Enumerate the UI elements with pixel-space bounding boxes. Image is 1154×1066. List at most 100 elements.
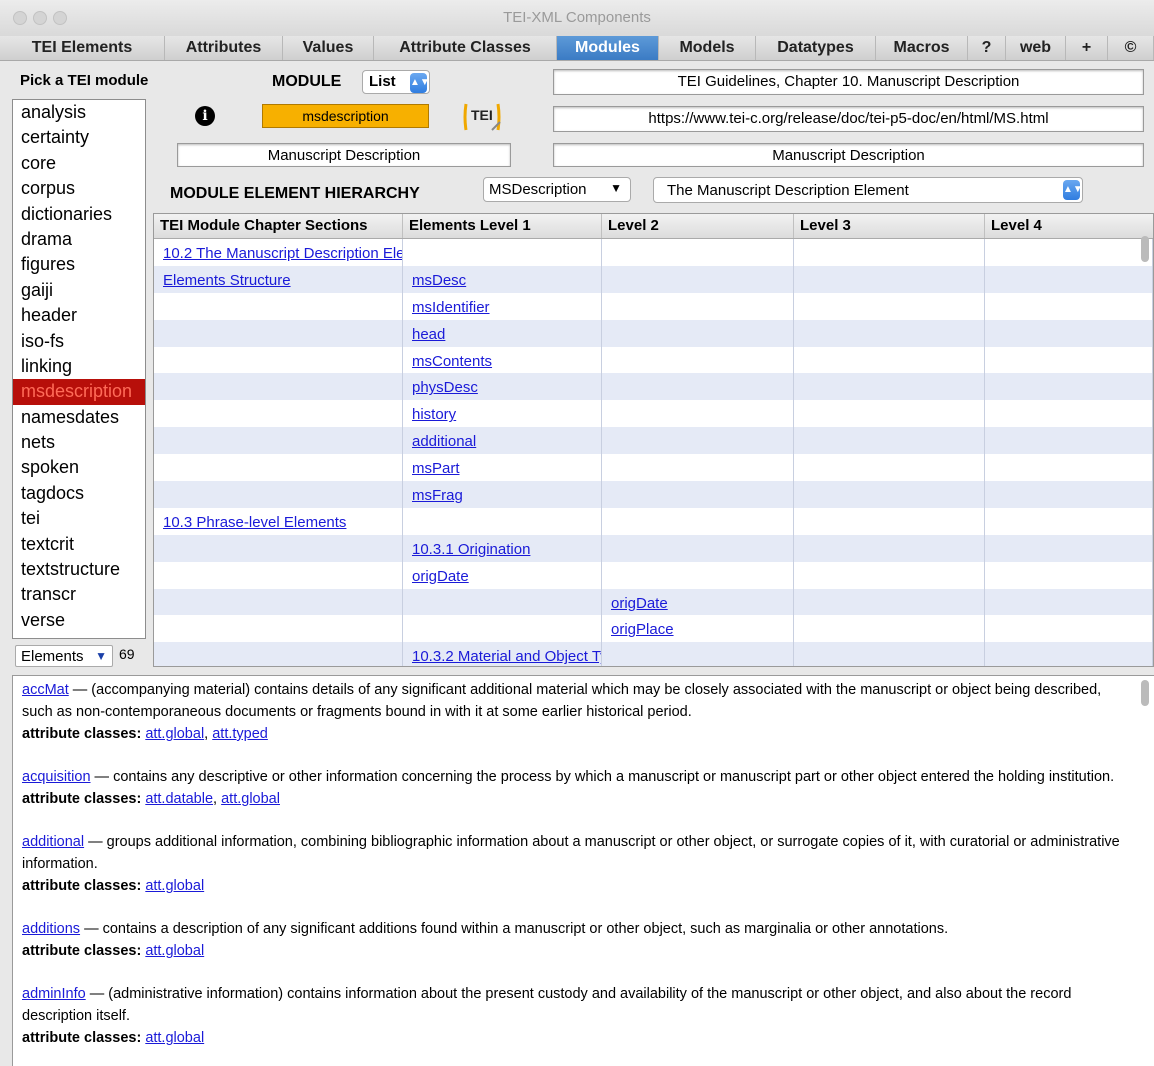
table-row[interactable]: 10.3.1 Origination	[154, 534, 1153, 562]
hierarchy-link[interactable]: origDate	[611, 595, 668, 612]
attribute-class-link[interactable]: att.typed	[212, 726, 268, 742]
list-item[interactable]: tei	[13, 506, 145, 531]
attribute-class-link[interactable]: att.global	[145, 1030, 204, 1046]
list-item[interactable]: tagdocs	[13, 481, 145, 506]
tab-macros[interactable]: Macros	[876, 36, 968, 60]
table-row[interactable]: physDesc	[154, 373, 1153, 401]
table-row[interactable]: history	[154, 400, 1153, 428]
attribute-class-link[interactable]: att.datable	[145, 791, 213, 807]
table-cell	[154, 373, 403, 401]
list-item[interactable]: figures	[13, 252, 145, 277]
hierarchy-link[interactable]: Elements Structure	[163, 272, 291, 289]
table-row[interactable]: msIdentifier	[154, 292, 1153, 320]
table-row[interactable]: 10.3 Phrase-level Elements	[154, 507, 1153, 535]
hierarchy-link[interactable]: head	[412, 326, 445, 343]
info-icon[interactable]: i	[195, 106, 215, 126]
tab-attribute-classes[interactable]: Attribute Classes	[374, 36, 557, 60]
table-row[interactable]: origDate	[154, 588, 1153, 616]
list-item[interactable]: core	[13, 151, 145, 176]
table-row[interactable]: origDate	[154, 561, 1153, 589]
element-link[interactable]: additional	[22, 834, 84, 850]
list-item[interactable]: nets	[13, 430, 145, 455]
list-item[interactable]: corpus	[13, 176, 145, 201]
table-row[interactable]: msContents	[154, 346, 1153, 374]
list-item[interactable]: linking	[13, 354, 145, 379]
table-row[interactable]: msPart	[154, 454, 1153, 482]
list-item[interactable]: verse	[13, 608, 145, 633]
list-item[interactable]: iso-fs	[13, 329, 145, 354]
column-header[interactable]: Level 2	[602, 214, 794, 238]
tab-values[interactable]: Values	[283, 36, 374, 60]
element-link[interactable]: adminInfo	[22, 986, 86, 1002]
element-title-popup[interactable]: The Manuscript Description Element ▲▼	[653, 177, 1083, 203]
module-list[interactable]: analysis certainty core corpus dictionar…	[12, 99, 146, 639]
list-item[interactable]: gaiji	[13, 278, 145, 303]
tab-web[interactable]: web	[1006, 36, 1066, 60]
table-scrollbar[interactable]	[1141, 236, 1149, 262]
hierarchy-link[interactable]: 10.3 Phrase-level Elements	[163, 514, 346, 531]
tab-add[interactable]: +	[1066, 36, 1108, 60]
hierarchy-link[interactable]: msIdentifier	[412, 299, 490, 316]
table-cell	[602, 507, 794, 535]
table-row[interactable]: 10.3.2 Material and Object Type	[154, 642, 1153, 666]
table-row[interactable]: msFrag	[154, 481, 1153, 508]
tab-modules[interactable]: Modules	[557, 36, 659, 60]
tab-help[interactable]: ?	[968, 36, 1006, 60]
table-row[interactable]: origPlace	[154, 615, 1153, 643]
hierarchy-link[interactable]: origDate	[412, 568, 469, 585]
descriptions-scrollbar[interactable]	[1141, 680, 1149, 706]
view-popup[interactable]: List ▲▼	[362, 70, 430, 94]
element-popup[interactable]: MSDescription ▼	[483, 177, 631, 202]
hierarchy-link[interactable]: 10.3.1 Origination	[412, 541, 530, 558]
list-item[interactable]: certainty	[13, 125, 145, 150]
tab-tei-elements[interactable]: TEI Elements	[0, 36, 165, 60]
table-row[interactable]: additional	[154, 427, 1153, 455]
hierarchy-link[interactable]: additional	[412, 433, 476, 450]
short-description-field[interactable]: Manuscript Description	[177, 143, 511, 167]
hierarchy-link[interactable]: physDesc	[412, 379, 478, 396]
table-row[interactable]: head	[154, 319, 1153, 347]
element-link[interactable]: acquisition	[22, 769, 91, 785]
element-link[interactable]: accMat	[22, 682, 69, 698]
table-row[interactable]: 10.2 The Manuscript Description Element	[154, 239, 1153, 266]
hierarchy-link[interactable]: msContents	[412, 353, 492, 370]
list-item[interactable]: namesdates	[13, 405, 145, 430]
column-header[interactable]: Level 3	[794, 214, 985, 238]
tab-datatypes[interactable]: Datatypes	[756, 36, 876, 60]
list-item[interactable]: textcrit	[13, 532, 145, 557]
hierarchy-link[interactable]: history	[412, 406, 456, 423]
table-cell: 10.3.2 Material and Object Type	[403, 642, 602, 666]
hierarchy-link[interactable]: origPlace	[611, 621, 674, 638]
hierarchy-link[interactable]: msFrag	[412, 487, 463, 504]
hierarchy-link[interactable]: 10.2 The Manuscript Description Element	[163, 245, 402, 262]
list-item[interactable]: header	[13, 303, 145, 328]
chapter-title-field[interactable]: TEI Guidelines, Chapter 10. Manuscript D…	[553, 69, 1144, 95]
list-item[interactable]: dictionaries	[13, 202, 145, 227]
attribute-class-link[interactable]: att.global	[145, 943, 204, 959]
list-item[interactable]: spoken	[13, 455, 145, 480]
list-item-selected[interactable]: msdescription	[13, 379, 145, 405]
column-header[interactable]: TEI Module Chapter Sections	[154, 214, 403, 238]
list-item[interactable]: analysis	[13, 100, 145, 125]
tab-models[interactable]: Models	[659, 36, 756, 60]
long-description-field[interactable]: Manuscript Description	[553, 143, 1144, 167]
hierarchy-link[interactable]: msDesc	[412, 272, 466, 289]
url-field[interactable]: https://www.tei-c.org/release/doc/tei-p5…	[553, 106, 1144, 132]
table-cell	[794, 561, 985, 589]
attribute-class-link[interactable]: att.global	[145, 878, 204, 894]
attribute-class-link[interactable]: att.global	[221, 791, 280, 807]
list-item[interactable]: drama	[13, 227, 145, 252]
tab-copyright[interactable]: ©	[1108, 36, 1154, 60]
list-type-popup[interactable]: Elements ▼	[15, 645, 113, 667]
module-name-field[interactable]: msdescription	[262, 104, 429, 128]
element-link[interactable]: additions	[22, 921, 80, 937]
tab-attributes[interactable]: Attributes	[165, 36, 283, 60]
list-item[interactable]: textstructure	[13, 557, 145, 582]
list-item[interactable]: transcr	[13, 582, 145, 607]
attribute-class-link[interactable]: att.global	[145, 726, 204, 742]
column-header[interactable]: Elements Level 1	[403, 214, 602, 238]
column-header[interactable]: Level 4	[985, 214, 1153, 238]
table-row[interactable]: Elements Structure msDesc	[154, 265, 1153, 293]
hierarchy-link[interactable]: 10.3.2 Material and Object Type	[412, 648, 601, 665]
hierarchy-link[interactable]: msPart	[412, 460, 460, 477]
